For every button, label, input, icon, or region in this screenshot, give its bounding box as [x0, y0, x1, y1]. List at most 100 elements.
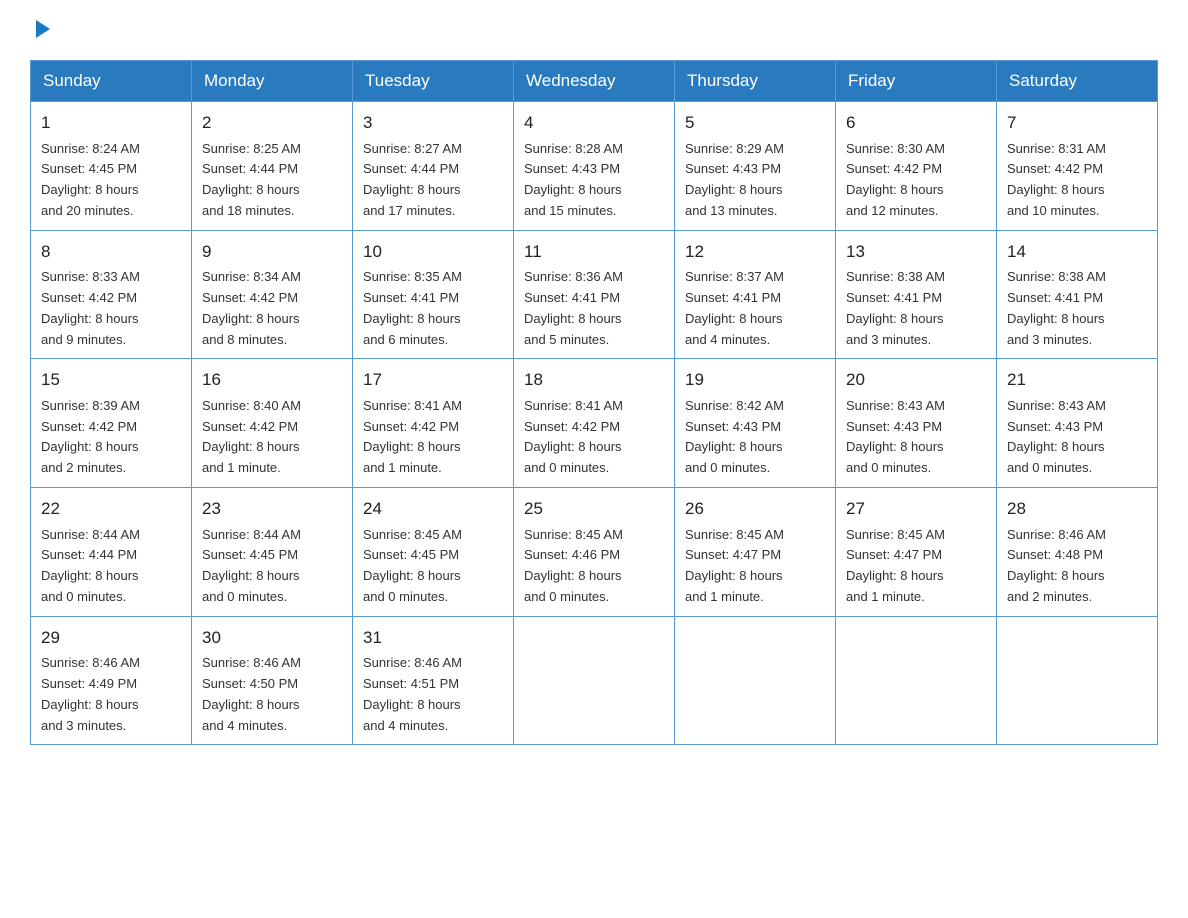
- table-row: 6 Sunrise: 8:30 AM Sunset: 4:42 PM Dayli…: [836, 102, 997, 231]
- sunset-text: Sunset: 4:42 PM: [524, 419, 620, 434]
- sunset-text: Sunset: 4:42 PM: [41, 419, 137, 434]
- daylight-minutes: and 6 minutes.: [363, 332, 448, 347]
- calendar-table: Sunday Monday Tuesday Wednesday Thursday…: [30, 60, 1158, 745]
- day-number: 21: [1007, 367, 1147, 393]
- daylight-text: Daylight: 8 hours: [685, 182, 783, 197]
- sunset-text: Sunset: 4:45 PM: [202, 547, 298, 562]
- page-header: [30, 20, 1158, 40]
- calendar-week-row: 1 Sunrise: 8:24 AM Sunset: 4:45 PM Dayli…: [31, 102, 1158, 231]
- table-row: [675, 616, 836, 745]
- daylight-text: Daylight: 8 hours: [685, 311, 783, 326]
- daylight-minutes: and 13 minutes.: [685, 203, 778, 218]
- sunrise-text: Sunrise: 8:33 AM: [41, 269, 140, 284]
- sunrise-text: Sunrise: 8:24 AM: [41, 141, 140, 156]
- col-thursday: Thursday: [675, 61, 836, 102]
- day-number: 23: [202, 496, 342, 522]
- day-number: 7: [1007, 110, 1147, 136]
- table-row: 20 Sunrise: 8:43 AM Sunset: 4:43 PM Dayl…: [836, 359, 997, 488]
- daylight-minutes: and 4 minutes.: [685, 332, 770, 347]
- day-number: 3: [363, 110, 503, 136]
- sunrise-text: Sunrise: 8:36 AM: [524, 269, 623, 284]
- day-number: 13: [846, 239, 986, 265]
- day-number: 1: [41, 110, 181, 136]
- day-info: Sunrise: 8:37 AM Sunset: 4:41 PM Dayligh…: [685, 267, 825, 350]
- daylight-minutes: and 1 minute.: [846, 589, 925, 604]
- table-row: 30 Sunrise: 8:46 AM Sunset: 4:50 PM Dayl…: [192, 616, 353, 745]
- day-number: 8: [41, 239, 181, 265]
- day-number: 20: [846, 367, 986, 393]
- sunrise-text: Sunrise: 8:35 AM: [363, 269, 462, 284]
- table-row: [997, 616, 1158, 745]
- sunrise-text: Sunrise: 8:44 AM: [202, 527, 301, 542]
- day-number: 2: [202, 110, 342, 136]
- sunrise-text: Sunrise: 8:31 AM: [1007, 141, 1106, 156]
- day-info: Sunrise: 8:45 AM Sunset: 4:45 PM Dayligh…: [363, 525, 503, 608]
- calendar-week-row: 15 Sunrise: 8:39 AM Sunset: 4:42 PM Dayl…: [31, 359, 1158, 488]
- calendar-header-row: Sunday Monday Tuesday Wednesday Thursday…: [31, 61, 1158, 102]
- sunrise-text: Sunrise: 8:42 AM: [685, 398, 784, 413]
- daylight-text: Daylight: 8 hours: [1007, 311, 1105, 326]
- day-info: Sunrise: 8:38 AM Sunset: 4:41 PM Dayligh…: [846, 267, 986, 350]
- day-number: 28: [1007, 496, 1147, 522]
- col-friday: Friday: [836, 61, 997, 102]
- daylight-minutes: and 20 minutes.: [41, 203, 134, 218]
- sunset-text: Sunset: 4:45 PM: [41, 161, 137, 176]
- daylight-minutes: and 0 minutes.: [524, 589, 609, 604]
- daylight-minutes: and 8 minutes.: [202, 332, 287, 347]
- col-monday: Monday: [192, 61, 353, 102]
- daylight-minutes: and 15 minutes.: [524, 203, 617, 218]
- sunset-text: Sunset: 4:42 PM: [1007, 161, 1103, 176]
- day-info: Sunrise: 8:33 AM Sunset: 4:42 PM Dayligh…: [41, 267, 181, 350]
- sunrise-text: Sunrise: 8:46 AM: [1007, 527, 1106, 542]
- day-info: Sunrise: 8:40 AM Sunset: 4:42 PM Dayligh…: [202, 396, 342, 479]
- daylight-text: Daylight: 8 hours: [1007, 439, 1105, 454]
- daylight-text: Daylight: 8 hours: [685, 568, 783, 583]
- sunrise-text: Sunrise: 8:45 AM: [846, 527, 945, 542]
- day-number: 11: [524, 239, 664, 265]
- table-row: 29 Sunrise: 8:46 AM Sunset: 4:49 PM Dayl…: [31, 616, 192, 745]
- table-row: 7 Sunrise: 8:31 AM Sunset: 4:42 PM Dayli…: [997, 102, 1158, 231]
- daylight-minutes: and 0 minutes.: [202, 589, 287, 604]
- day-number: 14: [1007, 239, 1147, 265]
- day-number: 25: [524, 496, 664, 522]
- sunrise-text: Sunrise: 8:30 AM: [846, 141, 945, 156]
- day-number: 29: [41, 625, 181, 651]
- sunrise-text: Sunrise: 8:41 AM: [524, 398, 623, 413]
- table-row: 16 Sunrise: 8:40 AM Sunset: 4:42 PM Dayl…: [192, 359, 353, 488]
- table-row: 23 Sunrise: 8:44 AM Sunset: 4:45 PM Dayl…: [192, 488, 353, 617]
- sunset-text: Sunset: 4:41 PM: [685, 290, 781, 305]
- calendar-week-row: 29 Sunrise: 8:46 AM Sunset: 4:49 PM Dayl…: [31, 616, 1158, 745]
- daylight-minutes: and 17 minutes.: [363, 203, 456, 218]
- daylight-text: Daylight: 8 hours: [363, 182, 461, 197]
- sunset-text: Sunset: 4:45 PM: [363, 547, 459, 562]
- logo: [30, 20, 54, 40]
- sunset-text: Sunset: 4:48 PM: [1007, 547, 1103, 562]
- table-row: 8 Sunrise: 8:33 AM Sunset: 4:42 PM Dayli…: [31, 230, 192, 359]
- logo-arrow-icon: [32, 18, 54, 40]
- daylight-text: Daylight: 8 hours: [202, 182, 300, 197]
- sunset-text: Sunset: 4:44 PM: [202, 161, 298, 176]
- table-row: 1 Sunrise: 8:24 AM Sunset: 4:45 PM Dayli…: [31, 102, 192, 231]
- daylight-minutes: and 0 minutes.: [363, 589, 448, 604]
- table-row: 9 Sunrise: 8:34 AM Sunset: 4:42 PM Dayli…: [192, 230, 353, 359]
- day-number: 12: [685, 239, 825, 265]
- col-saturday: Saturday: [997, 61, 1158, 102]
- sunset-text: Sunset: 4:51 PM: [363, 676, 459, 691]
- sunrise-text: Sunrise: 8:43 AM: [846, 398, 945, 413]
- daylight-text: Daylight: 8 hours: [41, 568, 139, 583]
- sunrise-text: Sunrise: 8:37 AM: [685, 269, 784, 284]
- day-info: Sunrise: 8:28 AM Sunset: 4:43 PM Dayligh…: [524, 139, 664, 222]
- table-row: 2 Sunrise: 8:25 AM Sunset: 4:44 PM Dayli…: [192, 102, 353, 231]
- day-info: Sunrise: 8:36 AM Sunset: 4:41 PM Dayligh…: [524, 267, 664, 350]
- table-row: 14 Sunrise: 8:38 AM Sunset: 4:41 PM Dayl…: [997, 230, 1158, 359]
- table-row: 13 Sunrise: 8:38 AM Sunset: 4:41 PM Dayl…: [836, 230, 997, 359]
- daylight-minutes: and 4 minutes.: [202, 718, 287, 733]
- daylight-minutes: and 4 minutes.: [363, 718, 448, 733]
- table-row: 19 Sunrise: 8:42 AM Sunset: 4:43 PM Dayl…: [675, 359, 836, 488]
- daylight-text: Daylight: 8 hours: [41, 697, 139, 712]
- sunrise-text: Sunrise: 8:43 AM: [1007, 398, 1106, 413]
- sunrise-text: Sunrise: 8:45 AM: [685, 527, 784, 542]
- sunset-text: Sunset: 4:49 PM: [41, 676, 137, 691]
- day-info: Sunrise: 8:44 AM Sunset: 4:45 PM Dayligh…: [202, 525, 342, 608]
- sunset-text: Sunset: 4:47 PM: [846, 547, 942, 562]
